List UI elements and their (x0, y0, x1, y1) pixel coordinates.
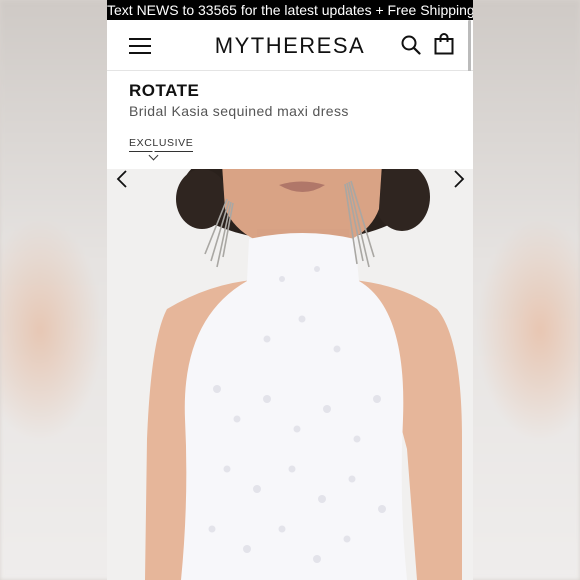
mobile-page: Text NEWS to 33565 for the latest update… (107, 0, 473, 580)
shopping-bag-icon[interactable] (434, 33, 454, 55)
promo-banner[interactable]: Text NEWS to 33565 for the latest update… (107, 0, 473, 20)
promo-text: Text NEWS to 33565 for the latest update… (107, 2, 473, 18)
product-name: Bridal Kasia sequined maxi dress (129, 103, 349, 119)
exclusive-badge: EXCLUSIVE (129, 137, 194, 152)
chevron-right-icon[interactable] (452, 169, 466, 189)
product-image-gallery[interactable] (107, 169, 473, 580)
top-navigation: MYTHERESA (107, 20, 473, 71)
product-photo (107, 169, 473, 580)
product-brand[interactable]: ROTATE (129, 81, 199, 101)
product-info: ROTATE Bridal Kasia sequined maxi dress … (107, 71, 473, 169)
chevron-left-icon[interactable] (115, 169, 129, 189)
badge-notch (148, 150, 159, 161)
search-icon[interactable] (401, 35, 421, 55)
